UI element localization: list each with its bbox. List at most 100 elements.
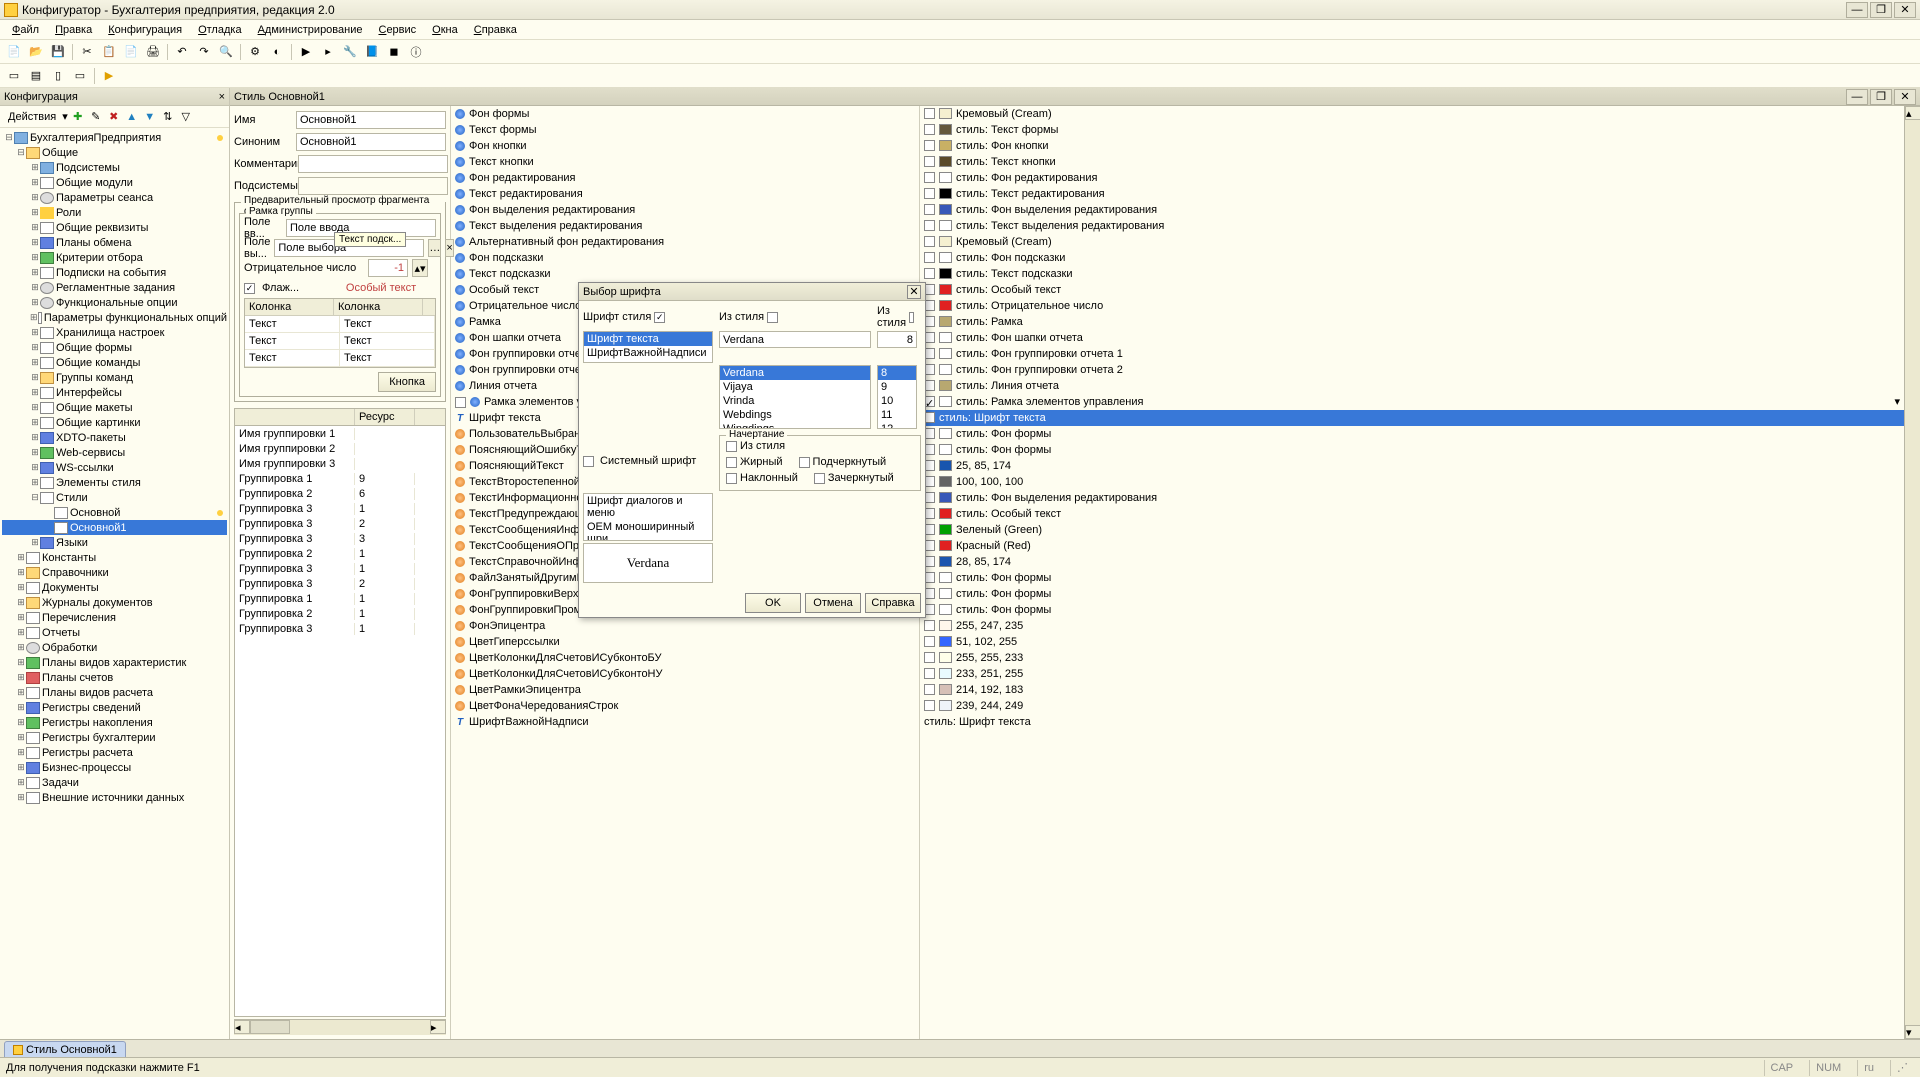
style-value-item[interactable]: стиль: Шрифт текста xyxy=(920,410,1904,426)
edit-icon[interactable]: ✎ xyxy=(88,109,104,125)
style-value-item[interactable]: стиль: Фон формы xyxy=(920,570,1904,586)
style-item[interactable]: Фон выделения редактирования xyxy=(451,202,919,218)
font-size-field[interactable]: 8 xyxy=(877,331,917,348)
up-icon[interactable]: ▲ xyxy=(124,109,140,125)
subsystems-input[interactable] xyxy=(298,177,448,195)
tree-node[interactable]: ⊞Отчеты xyxy=(2,625,227,640)
comment-input[interactable] xyxy=(298,155,448,173)
style-value-item[interactable]: Кремовый (Cream) xyxy=(920,106,1904,122)
style-item[interactable]: ЦветРамкиЭпицентра xyxy=(451,682,919,698)
menu-Конфигурация[interactable]: Конфигурация xyxy=(100,22,190,38)
tree-node[interactable]: ⊞Подсистемы xyxy=(2,160,227,175)
style-value-item[interactable]: стиль: Фон кнопки xyxy=(920,138,1904,154)
tree-node[interactable]: ⊞Роли xyxy=(2,205,227,220)
style-item[interactable]: ФонЭпицентра xyxy=(451,618,919,634)
style-value-item[interactable]: стиль: Текст кнопки xyxy=(920,154,1904,170)
tree-node[interactable]: ⊞Планы обмена xyxy=(2,235,227,250)
style-value-item[interactable]: стиль: Фон выделения редактирования xyxy=(920,202,1904,218)
tree-node[interactable]: ⊞Общие команды xyxy=(2,355,227,370)
tree-node[interactable]: ⊞Общие модули xyxy=(2,175,227,190)
tree-node[interactable]: ⊞Обработки xyxy=(2,640,227,655)
grid-data-row[interactable]: Группировка 26 xyxy=(235,486,445,501)
style-value-item[interactable]: стиль: Фон шапки отчета xyxy=(920,330,1904,346)
tree-node[interactable]: ⊞Подписки на события xyxy=(2,265,227,280)
style-item[interactable]: Альтернативный фон редактирования xyxy=(451,234,919,250)
style-item[interactable]: Фон редактирования xyxy=(451,170,919,186)
tree-node[interactable]: ⊞Параметры сеанса xyxy=(2,190,227,205)
actions-dropdown[interactable]: Действия xyxy=(4,109,60,125)
fromstyle-outline-check[interactable] xyxy=(726,441,737,452)
style-value-item[interactable]: стиль: Текст подсказки xyxy=(920,266,1904,282)
listbox-item[interactable]: Шрифт текста xyxy=(584,332,712,346)
panel-close-icon[interactable]: × xyxy=(219,91,225,103)
copy-icon[interactable]: 📋 xyxy=(99,42,119,62)
listbox-item[interactable]: Verdana xyxy=(720,366,870,380)
tree-node[interactable]: ⊞Справочники xyxy=(2,565,227,580)
tree-node[interactable]: ⊞Группы команд xyxy=(2,370,227,385)
style-item[interactable]: Текст выделения редактирования xyxy=(451,218,919,234)
tree-node[interactable]: ⊞Общие реквизиты xyxy=(2,220,227,235)
style-value-item[interactable]: стиль: Фон группировки отчета 1 xyxy=(920,346,1904,362)
tree-node[interactable]: ⊞WS-ссылки xyxy=(2,460,227,475)
page-icon[interactable]: ▯ xyxy=(48,66,68,86)
tree-node[interactable]: ⊞Общие картинки xyxy=(2,415,227,430)
style-item[interactable]: ЦветГиперссылки xyxy=(451,634,919,650)
tree-node[interactable]: Основной xyxy=(2,505,227,520)
grid-hscroll[interactable]: ◂▸ xyxy=(234,1019,446,1035)
config-tree[interactable]: ⊟БухгалтерияПредприятия⊟Общие⊞Подсистемы… xyxy=(0,128,229,1039)
tree-node[interactable]: ⊞Функциональные опции xyxy=(2,295,227,310)
style-value-item[interactable]: стиль: Фон выделения редактирования xyxy=(920,490,1904,506)
tree-node[interactable]: ⊞Задачи xyxy=(2,775,227,790)
listbox-item[interactable]: Шрифт диалогов и меню xyxy=(584,494,712,520)
select-browse[interactable]: … xyxy=(428,239,441,257)
ok-button[interactable]: OK xyxy=(745,593,801,613)
tree-node[interactable]: ⊞Планы видов характеристик xyxy=(2,655,227,670)
tree-node[interactable]: ⊞Бизнес-процессы xyxy=(2,760,227,775)
tree-node[interactable]: ⊞Интерфейсы xyxy=(2,385,227,400)
strike-check[interactable] xyxy=(814,473,825,484)
print-icon[interactable]: 🖨 xyxy=(143,42,163,62)
style-item[interactable]: ЦветФонаЧередованияСтрок xyxy=(451,698,919,714)
style-item[interactable]: Фон кнопки xyxy=(451,138,919,154)
style-value-item[interactable]: стиль: Текст формы xyxy=(920,122,1904,138)
mdi-close[interactable]: ✕ xyxy=(1894,89,1916,105)
style-value-item[interactable]: 25, 85, 174 xyxy=(920,458,1904,474)
style-value-item[interactable]: ✓стиль: Рамка элементов управления▾ xyxy=(920,394,1904,410)
tree-node[interactable]: ⊞Регистры сведений xyxy=(2,700,227,715)
style-value-item[interactable]: стиль: Особый текст xyxy=(920,282,1904,298)
style-item[interactable]: Текст редактирования xyxy=(451,186,919,202)
listbox-item[interactable]: Vrinda xyxy=(720,394,870,408)
minimize-button[interactable]: — xyxy=(1846,2,1868,18)
style-value-item[interactable]: Кремовый (Cream) xyxy=(920,234,1904,250)
tree-node[interactable]: ⊞Планы счетов xyxy=(2,670,227,685)
listbox-item[interactable]: 12 xyxy=(878,422,916,429)
style-value-item[interactable]: стиль: Текст редактирования xyxy=(920,186,1904,202)
style-value-item[interactable]: стиль: Шрифт текста xyxy=(920,714,1904,730)
menu-Сервис[interactable]: Сервис xyxy=(370,22,424,38)
mdi-minimize[interactable]: — xyxy=(1846,89,1868,105)
listbox-item[interactable]: Wingdings xyxy=(720,422,870,429)
tree-node[interactable]: ⊞Общие макеты xyxy=(2,400,227,415)
tree-node[interactable]: ⊞Регламентные задания xyxy=(2,280,227,295)
listbox-item[interactable]: 10 xyxy=(878,394,916,408)
synonym-input[interactable] xyxy=(296,133,446,151)
menu-Правка[interactable]: Правка xyxy=(47,22,100,38)
cancel-button[interactable]: Отмена xyxy=(805,593,861,613)
style-value-item[interactable]: стиль: Рамка xyxy=(920,314,1904,330)
menu-Файл[interactable]: Файл xyxy=(4,22,47,38)
select-clear[interactable]: × xyxy=(445,239,453,257)
style-values-list[interactable]: Кремовый (Cream)стиль: Текст формыстиль:… xyxy=(920,106,1904,1039)
window-icon[interactable]: ▭ xyxy=(4,66,24,86)
style-value-item[interactable]: 214, 192, 183 xyxy=(920,682,1904,698)
tree-node[interactable]: ⊞Журналы документов xyxy=(2,595,227,610)
tree-node[interactable]: ⊞Хранилища настроек xyxy=(2,325,227,340)
style-value-item[interactable]: стиль: Линия отчета xyxy=(920,378,1904,394)
style-value-item[interactable]: 255, 247, 235 xyxy=(920,618,1904,634)
db-icon[interactable]: ◐ xyxy=(267,42,287,62)
grid-data-row[interactable]: Группировка 19 xyxy=(235,471,445,486)
grid-data-row[interactable]: Группировка 21 xyxy=(235,606,445,621)
tree-node[interactable]: ⊞Перечисления xyxy=(2,610,227,625)
tree-node[interactable]: ⊞Константы xyxy=(2,550,227,565)
redo-icon[interactable]: ↷ xyxy=(194,42,214,62)
grid-group-row[interactable]: Имя группировки 3 xyxy=(235,456,445,471)
